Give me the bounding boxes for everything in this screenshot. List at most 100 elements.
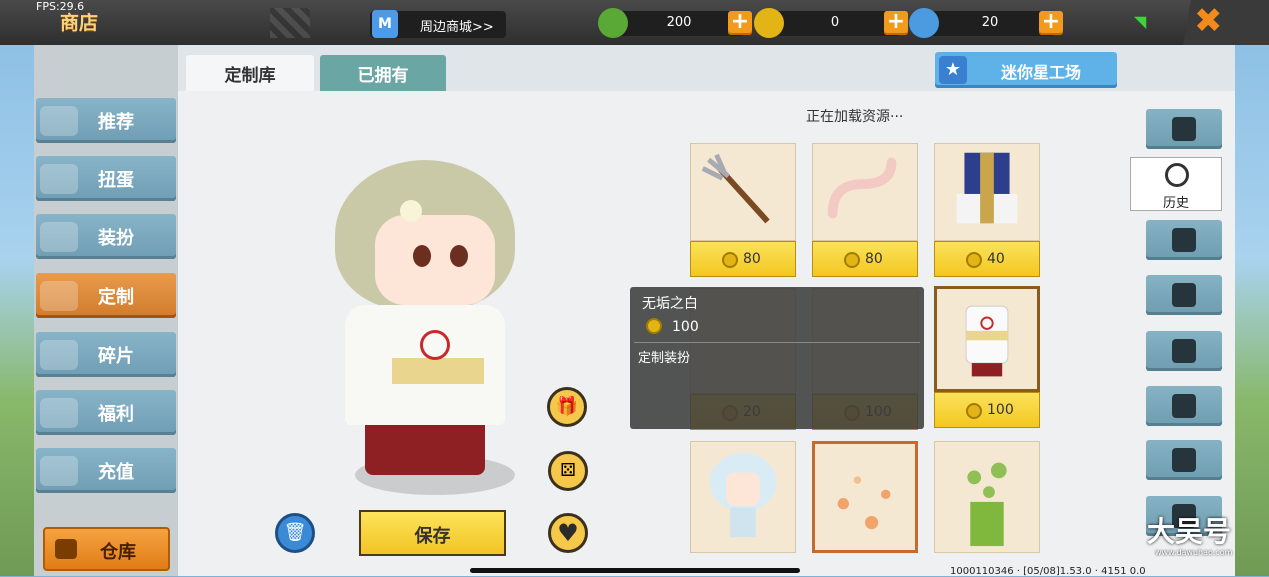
save-button[interactable]: 保存: [359, 510, 506, 556]
price-value: 80: [865, 251, 883, 267]
decorative-stripes: [270, 8, 310, 38]
price-tag[interactable]: 80: [690, 241, 796, 277]
shopping-bag-icon: M: [372, 10, 398, 38]
loading-status: 正在加载资源···: [806, 109, 904, 125]
pencil-icon: [40, 281, 78, 311]
warehouse-label: 仓库: [100, 542, 136, 563]
sidebar-item-label: 福利: [98, 404, 134, 425]
close-button[interactable]: ✖: [1172, 0, 1269, 45]
random-button[interactable]: ⚄: [548, 451, 588, 491]
merch-shop-button[interactable]: M 周边商城>>: [370, 10, 506, 38]
gift-bag-icon: [40, 398, 78, 428]
delete-button[interactable]: 🗑: [275, 513, 315, 553]
mini-coin-icon: [754, 8, 784, 38]
sidebar-item-label: 推荐: [98, 112, 134, 133]
mini-bean-value: 200: [666, 15, 692, 30]
close-icon: ✖: [1194, 1, 1223, 41]
tooltip-price: 100: [672, 319, 699, 335]
add-mini-coin-button[interactable]: +: [884, 11, 908, 35]
item-card[interactable]: [934, 143, 1040, 241]
shirt-icon: [40, 222, 78, 252]
item-card[interactable]: [690, 143, 796, 241]
capsule-icon: [40, 164, 78, 194]
sidebar-item-label: 定制: [98, 287, 134, 308]
dice-icon: ⚄: [560, 460, 576, 481]
price-value: 80: [743, 251, 761, 267]
item-card[interactable]: [812, 143, 918, 241]
price-tag[interactable]: 80: [812, 241, 918, 277]
grid-icon: [1172, 117, 1196, 141]
mini-bean-icon: [598, 8, 628, 38]
currency-star-coin: 20 +: [909, 8, 1063, 38]
coin-icon: [966, 252, 982, 268]
tab-owned[interactable]: 已拥有: [320, 55, 446, 91]
flower-effect-icon: [837, 476, 891, 530]
add-star-coin-button[interactable]: +: [1039, 11, 1063, 35]
coin-icon: [646, 318, 662, 334]
sidebar-item-welfare[interactable]: 福利: [36, 390, 176, 435]
character-obi: [392, 358, 484, 384]
gift-button[interactable]: 🎁: [547, 387, 587, 427]
expression-icon: [1172, 283, 1196, 307]
star-coin-value: 20: [981, 15, 999, 30]
fragment-icon: [40, 340, 78, 370]
sidebar-item-gacha[interactable]: 扭蛋: [36, 156, 176, 201]
character-face: [375, 215, 495, 305]
debug-info: 1000110346 · [05/08]1.53.0 · 4151 0.0: [950, 566, 1146, 577]
sidebar-item-fragments[interactable]: 碎片: [36, 332, 176, 377]
tooltip-item-type: 定制装扮: [638, 351, 691, 366]
sidebar-item-recommend[interactable]: 推荐: [36, 98, 176, 143]
tool-history[interactable]: 历史: [1130, 157, 1222, 211]
item-card[interactable]: [812, 441, 918, 553]
character-eye: [413, 245, 431, 267]
trident-icon: [701, 153, 770, 224]
mask-icon: [1172, 339, 1196, 363]
favorite-button[interactable]: ♥: [548, 513, 588, 553]
watermark: 大吴号: [1147, 515, 1232, 548]
coin-icon: [722, 252, 738, 268]
item-tooltip: 无垢之白 100 定制装扮: [630, 287, 924, 429]
tab-custom-library[interactable]: 定制库: [186, 55, 314, 91]
add-mini-bean-button[interactable]: +: [728, 11, 752, 35]
item-card-selected[interactable]: [934, 286, 1040, 392]
tool-effects[interactable]: [1146, 440, 1222, 480]
tool-expression[interactable]: [1146, 275, 1222, 315]
sidebar-item-custom[interactable]: 定制: [36, 273, 176, 318]
merch-shop-label: 周边商城>>: [420, 20, 494, 35]
tool-mask[interactable]: [1146, 331, 1222, 371]
face-icon: [1172, 228, 1196, 252]
warehouse-button[interactable]: 仓库: [43, 527, 170, 571]
currency-mini-bean: 200 +: [598, 8, 752, 38]
watermark-url: www.dawuhao.com: [1155, 548, 1233, 557]
coins-icon: [40, 456, 78, 486]
history-label: 历史: [1162, 196, 1189, 211]
tool-clothes[interactable]: [1146, 386, 1222, 426]
home-indicator: [470, 568, 800, 573]
character-skirt: [365, 425, 485, 475]
thumbs-up-icon: [40, 106, 78, 136]
chest-icon: [55, 539, 77, 559]
star-icon: ★: [939, 56, 967, 84]
item-card[interactable]: [934, 441, 1040, 553]
tool-all-categories[interactable]: [1146, 109, 1222, 149]
price-tag[interactable]: 100: [934, 392, 1040, 428]
price-tag[interactable]: 40: [934, 241, 1040, 277]
price-value: 100: [987, 402, 1014, 418]
sidebar-item-label: 装扮: [98, 228, 134, 249]
sidebar-item-recharge[interactable]: 充值: [36, 448, 176, 493]
hair-flower: [400, 200, 422, 222]
mini-studio-button[interactable]: ★ 迷你星工场: [935, 52, 1117, 88]
shirt-icon: [1172, 394, 1196, 418]
coin-icon: [844, 252, 860, 268]
tab-label: 定制库: [224, 66, 276, 86]
sidebar-item-label: 扭蛋: [98, 170, 134, 191]
sidebar-item-dressup[interactable]: 装扮: [36, 214, 176, 259]
item-card[interactable]: [690, 441, 796, 553]
price-value: 40: [987, 251, 1005, 267]
kimono-icon: [965, 305, 1009, 377]
star-coin-icon: [909, 8, 939, 38]
heart-icon: ♥: [557, 519, 579, 547]
tool-face[interactable]: [1146, 220, 1222, 260]
tooltip-item-name: 无垢之白: [642, 296, 698, 312]
tab-label: 已拥有: [357, 66, 409, 86]
